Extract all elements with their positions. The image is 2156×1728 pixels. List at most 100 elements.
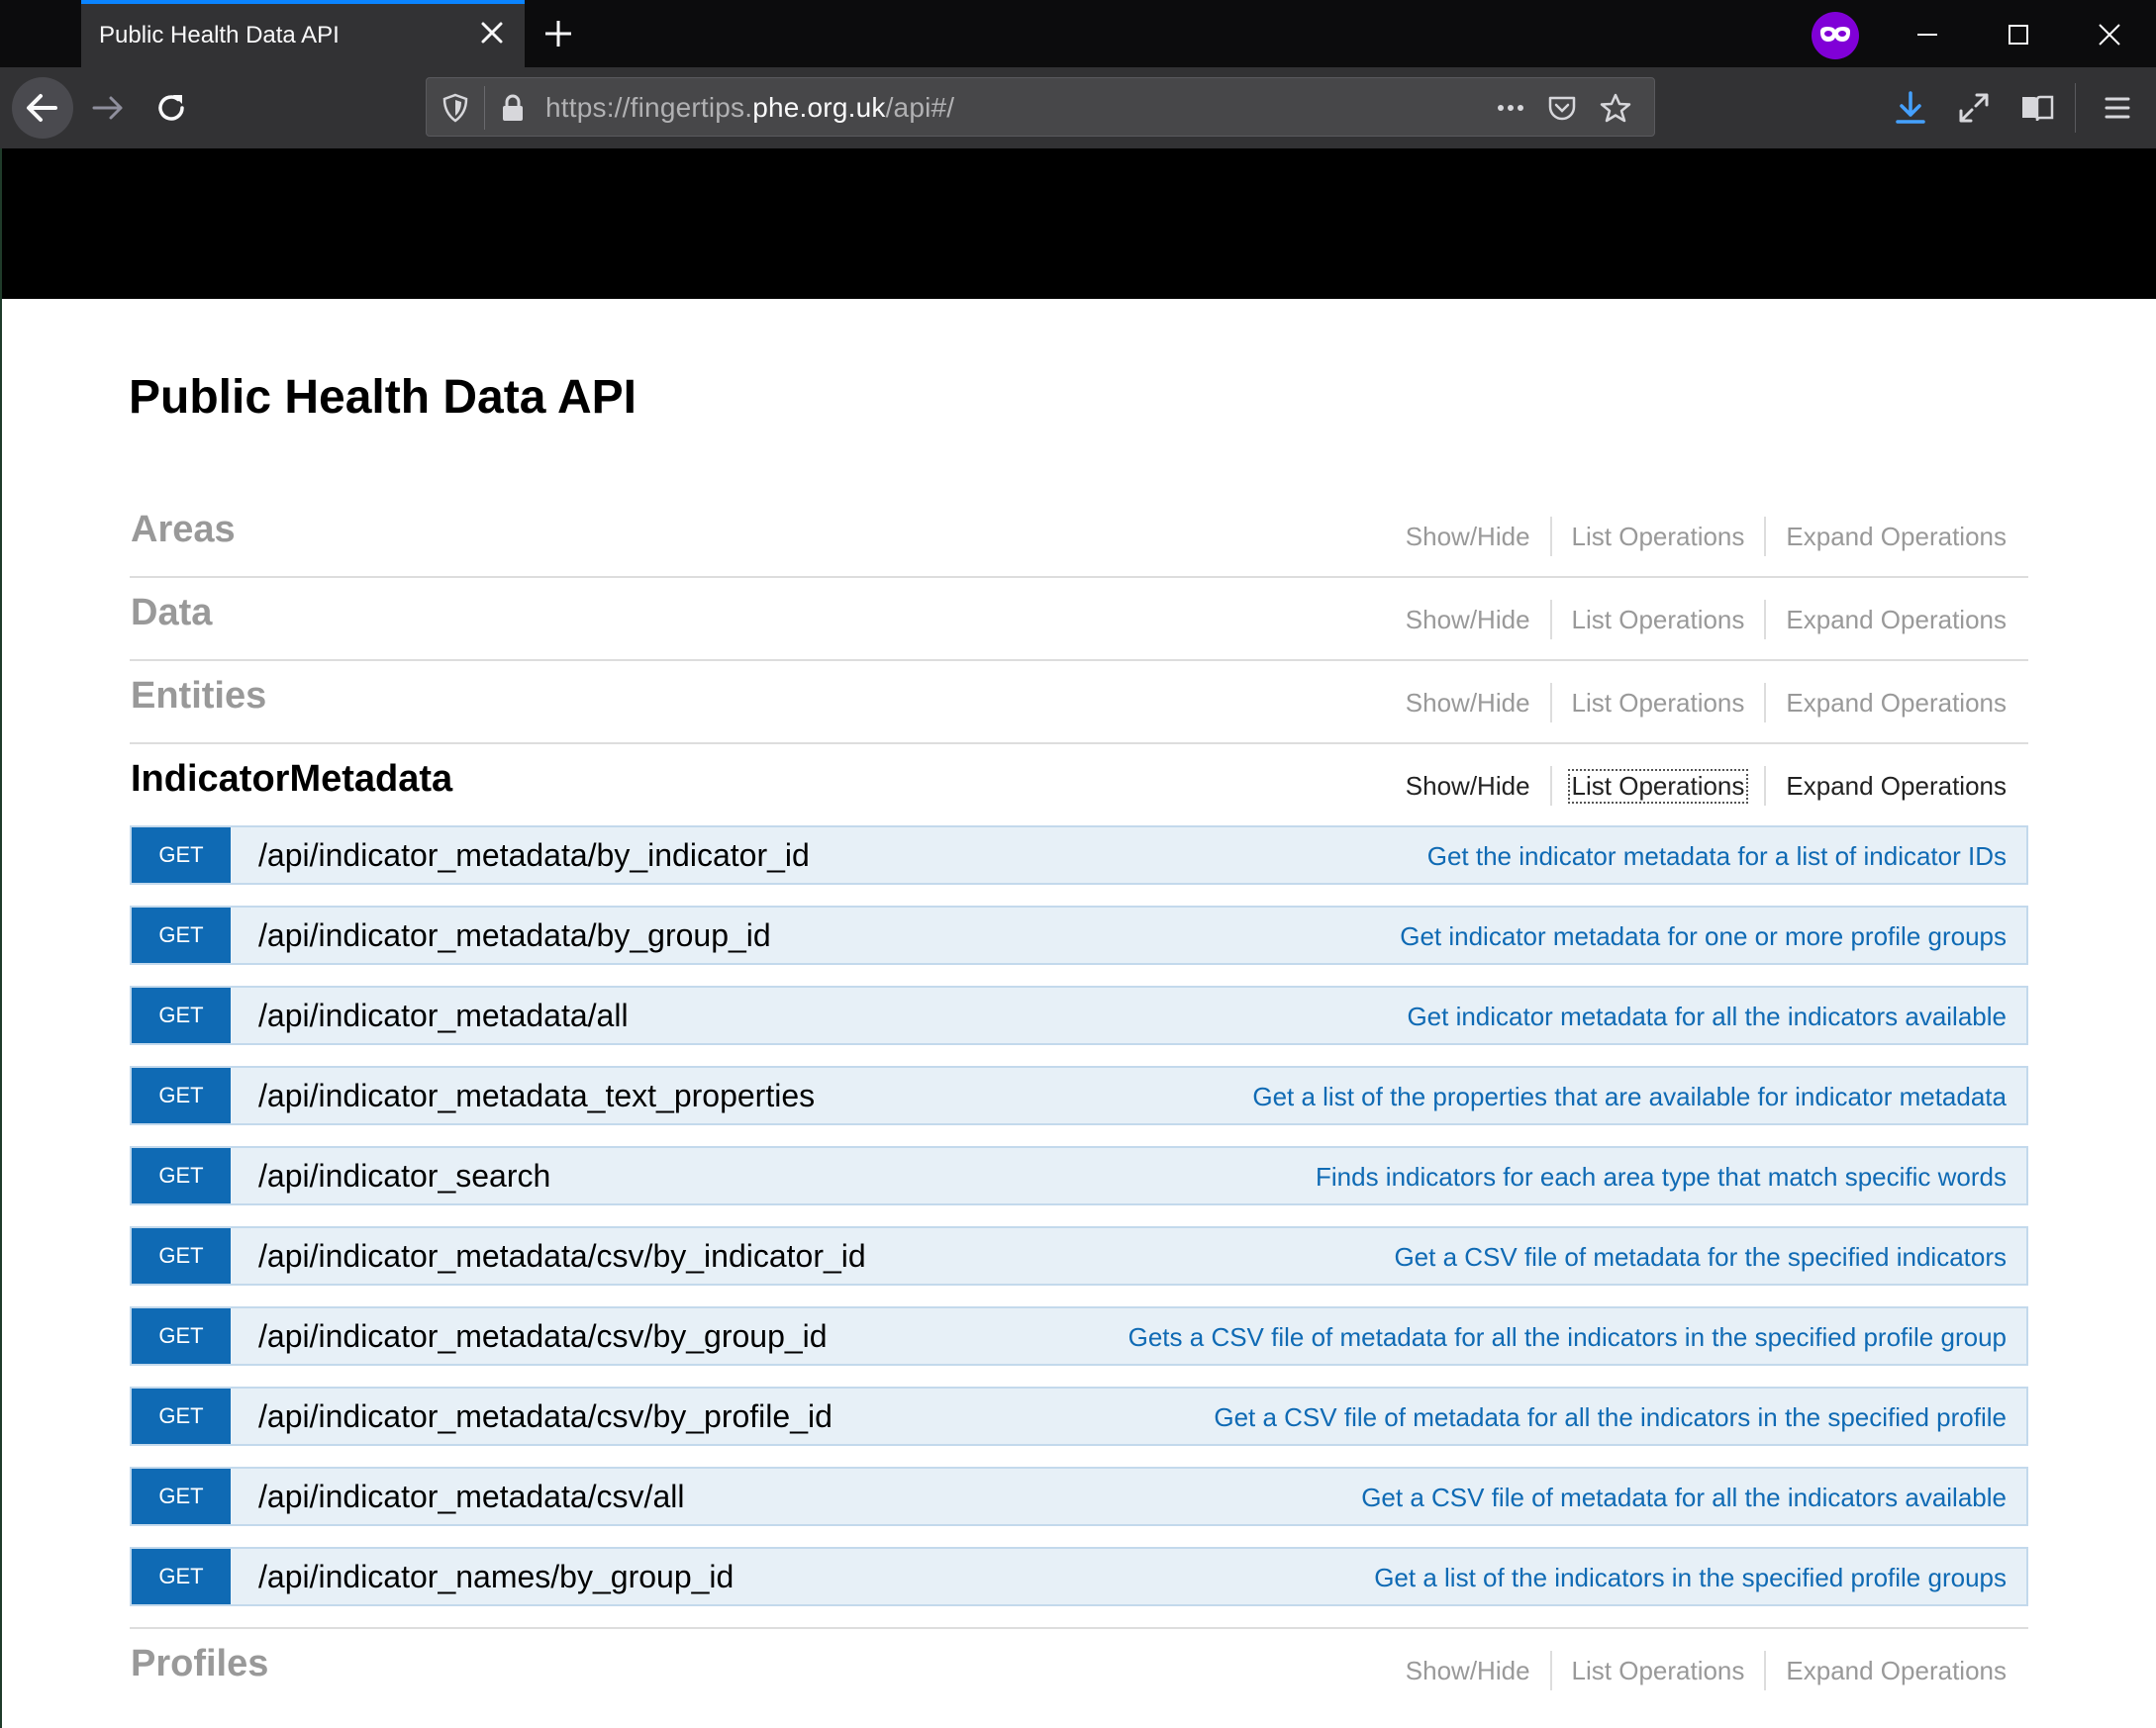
- get-method-badge[interactable]: GET: [132, 908, 231, 963]
- get-method-badge[interactable]: GET: [132, 1148, 231, 1203]
- tab-title: Public Health Data API: [99, 22, 340, 48]
- operation-path[interactable]: /api/indicator_metadata/csv/all: [258, 1479, 684, 1515]
- expand-operations-link[interactable]: Expand Operations: [1766, 522, 2007, 552]
- operation-summary[interactable]: Get a CSV file of metadata for all the i…: [1214, 1402, 2007, 1433]
- url-text[interactable]: https://fingertips.phe.org.uk/api#/: [545, 92, 954, 124]
- operation-row[interactable]: GET /api/indicator_metadata/csv/all Get …: [130, 1467, 2028, 1526]
- get-method-badge[interactable]: GET: [132, 1228, 231, 1284]
- operation-path[interactable]: /api/indicator_metadata_text_properties: [258, 1078, 815, 1114]
- forward-arrow-icon[interactable]: [89, 89, 127, 127]
- window-close-icon[interactable]: [2093, 18, 2126, 51]
- pocket-icon[interactable]: [1545, 91, 1579, 125]
- tab-strip: Public Health Data API: [0, 0, 2156, 67]
- get-method-badge[interactable]: GET: [132, 1389, 231, 1444]
- get-method-badge[interactable]: GET: [132, 1068, 231, 1123]
- operation-row[interactable]: GET /api/indicator_names/by_group_id Get…: [130, 1547, 2028, 1606]
- list-operations-link[interactable]: List Operations: [1552, 688, 1765, 719]
- operation-summary[interactable]: Finds indicators for each area type that…: [1316, 1162, 2007, 1193]
- operation-summary[interactable]: Get a list of the properties that are av…: [1252, 1082, 2007, 1112]
- plus-icon[interactable]: [542, 18, 574, 49]
- url-host: phe.org.uk: [752, 92, 886, 123]
- get-method-badge[interactable]: GET: [132, 1469, 231, 1524]
- operation-path[interactable]: /api/indicator_metadata/by_group_id: [258, 917, 771, 954]
- operation-path[interactable]: /api/indicator_metadata/csv/by_profile_i…: [258, 1398, 833, 1435]
- operation-summary[interactable]: Get indicator metadata for all the indic…: [1407, 1002, 2007, 1032]
- expand-icon[interactable]: [1955, 89, 1993, 127]
- expand-operations-link[interactable]: Expand Operations: [1766, 605, 2007, 635]
- action-divider: [1549, 766, 1552, 806]
- resource-actions: Show/Hide List Operations Expand Operati…: [1386, 517, 2007, 556]
- more-icon[interactable]: [1494, 91, 1527, 125]
- resource-areas: Areas Show/Hide List Operations Expand O…: [130, 495, 2028, 578]
- page-header-banner: [2, 148, 2156, 299]
- operation-summary[interactable]: Get a CSV file of metadata for the speci…: [1394, 1242, 2007, 1273]
- get-method-badge[interactable]: GET: [132, 827, 231, 883]
- list-operations-link[interactable]: List Operations: [1552, 605, 1765, 635]
- back-button[interactable]: [12, 77, 73, 139]
- operation-row[interactable]: GET /api/indicator_metadata/csv/by_group…: [130, 1306, 2028, 1366]
- operation-path[interactable]: /api/indicator_names/by_group_id: [258, 1559, 734, 1595]
- hamburger-menu-icon[interactable]: [2099, 89, 2136, 127]
- minimize-icon[interactable]: [1911, 18, 1944, 51]
- list-operations-link[interactable]: List Operations: [1552, 1656, 1765, 1686]
- navigation-toolbar: https://fingertips.phe.org.uk/api#/: [0, 67, 2156, 148]
- operation-path[interactable]: /api/indicator_metadata/by_indicator_id: [258, 837, 810, 874]
- resource-name[interactable]: Entities: [131, 675, 266, 718]
- expand-operations-link[interactable]: Expand Operations: [1766, 771, 2007, 802]
- operation-path[interactable]: /api/indicator_metadata/csv/by_group_id: [258, 1318, 828, 1355]
- operation-row[interactable]: GET /api/indicator_metadata/csv/by_indic…: [130, 1226, 2028, 1286]
- url-path: /api#/: [885, 92, 955, 123]
- get-method-badge[interactable]: GET: [132, 1308, 231, 1364]
- resource-name[interactable]: Profiles: [131, 1643, 268, 1685]
- download-icon[interactable]: [1892, 89, 1929, 127]
- operation-summary[interactable]: Get indicator metadata for one or more p…: [1400, 921, 2007, 952]
- get-method-badge[interactable]: GET: [132, 1549, 231, 1604]
- star-icon[interactable]: [1599, 91, 1632, 125]
- close-icon[interactable]: [477, 18, 507, 48]
- show-hide-link[interactable]: Show/Hide: [1386, 522, 1550, 552]
- operation-summary[interactable]: Get a list of the indicators in the spec…: [1374, 1563, 2007, 1593]
- expand-operations-link[interactable]: Expand Operations: [1766, 688, 2007, 719]
- back-arrow-icon: [27, 94, 57, 122]
- shield-icon[interactable]: [439, 91, 472, 125]
- maximize-icon[interactable]: [2002, 18, 2035, 51]
- operation-row[interactable]: GET /api/indicator_metadata/by_indicator…: [130, 825, 2028, 885]
- operation-path[interactable]: /api/indicator_search: [258, 1158, 550, 1195]
- reader-view-icon[interactable]: [2018, 89, 2056, 127]
- resource-name[interactable]: Areas: [131, 509, 236, 551]
- resource-name[interactable]: IndicatorMetadata: [131, 758, 452, 801]
- show-hide-link[interactable]: Show/Hide: [1386, 771, 1550, 802]
- operation-row[interactable]: GET /api/indicator_metadata_text_propert…: [130, 1066, 2028, 1125]
- resource-profiles: Profiles Show/Hide List Operations Expan…: [130, 1629, 2028, 1712]
- operation-row[interactable]: GET /api/indicator_search Finds indicato…: [130, 1146, 2028, 1205]
- active-tab[interactable]: Public Health Data API: [81, 0, 525, 67]
- list-operations-link[interactable]: List Operations: [1567, 768, 1749, 804]
- operation-row[interactable]: GET /api/indicator_metadata/csv/by_profi…: [130, 1387, 2028, 1446]
- url-separator: [484, 86, 485, 130]
- operation-path[interactable]: /api/indicator_metadata/all: [258, 998, 629, 1034]
- operation-summary[interactable]: Get a CSV file of metadata for all the i…: [1361, 1483, 2007, 1513]
- operation-path[interactable]: /api/indicator_metadata/csv/by_indicator…: [258, 1238, 866, 1275]
- reload-icon[interactable]: [152, 89, 190, 127]
- operation-row[interactable]: GET /api/indicator_metadata/by_group_id …: [130, 906, 2028, 965]
- show-hide-link[interactable]: Show/Hide: [1386, 1656, 1550, 1686]
- toolbar-separator: [2075, 83, 2076, 133]
- show-hide-link[interactable]: Show/Hide: [1386, 688, 1550, 719]
- resource-actions: Show/Hide List Operations Expand Operati…: [1386, 683, 2007, 722]
- page-title: Public Health Data API: [129, 371, 637, 424]
- resource-actions: Show/Hide List Operations Expand Operati…: [1386, 600, 2007, 639]
- resource-indicatormetadata: IndicatorMetadata Show/Hide List Operati…: [130, 744, 2028, 827]
- operation-row[interactable]: GET /api/indicator_metadata/all Get indi…: [130, 986, 2028, 1045]
- operation-summary[interactable]: Gets a CSV file of metadata for all the …: [1128, 1322, 2007, 1353]
- show-hide-link[interactable]: Show/Hide: [1386, 605, 1550, 635]
- private-browsing-mask-icon[interactable]: [1812, 12, 1859, 59]
- expand-operations-link[interactable]: Expand Operations: [1766, 1656, 2007, 1686]
- lock-icon[interactable]: [496, 91, 530, 125]
- list-operations-link[interactable]: List Operations: [1552, 522, 1765, 552]
- address-bar[interactable]: https://fingertips.phe.org.uk/api#/: [426, 77, 1655, 137]
- resource-name[interactable]: Data: [131, 592, 212, 634]
- get-method-badge[interactable]: GET: [132, 988, 231, 1043]
- operation-summary[interactable]: Get the indicator metadata for a list of…: [1427, 841, 2007, 872]
- resource-entities: Entities Show/Hide List Operations Expan…: [130, 661, 2028, 744]
- url-prefix: https://fingertips.: [545, 92, 753, 123]
